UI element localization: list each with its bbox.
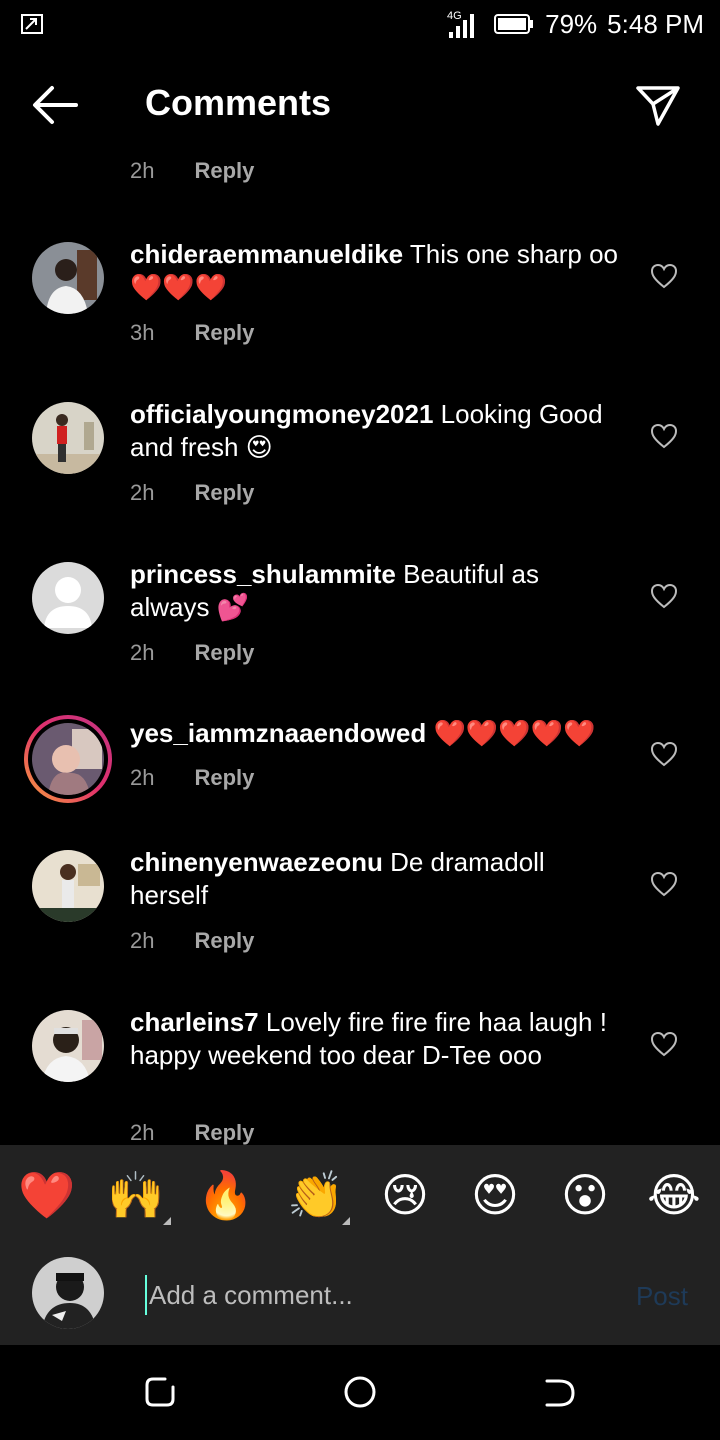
avatar[interactable] [32, 242, 104, 314]
comment-text: chinenyenwaezeonu De dramadoll herself [130, 846, 620, 912]
comment-list[interactable]: 2h Reply chideraemmanueldike This one sh… [0, 150, 720, 1145]
reply-button[interactable]: Reply [194, 1120, 254, 1145]
comment-meta: 2h Reply [130, 640, 254, 666]
back-arrow-icon[interactable] [30, 82, 80, 128]
comment-input[interactable]: Add a comment... [145, 1275, 609, 1315]
skin-tone-indicator-icon [342, 1217, 350, 1225]
comment-time: 2h [130, 480, 155, 505]
comment-meta: 2h Reply [130, 1120, 254, 1145]
avatar [32, 723, 104, 795]
comment-time: 3h [130, 320, 155, 345]
story-ring-gap [28, 719, 108, 799]
comment-text: yes_iammznaaendowed ❤️❤️❤️❤️❤️ [130, 717, 620, 750]
clock: 5:48 PM [607, 8, 704, 39]
reaction-clapping[interactable]: 👏 [287, 1167, 344, 1223]
status-right: 4G 79% 5:48 PM [447, 6, 704, 42]
back-nav-icon[interactable] [543, 1375, 577, 1409]
comment-username[interactable]: charleins7 [130, 1007, 259, 1037]
like-heart-icon[interactable] [650, 263, 678, 289]
comment-meta: 2h Reply [130, 765, 254, 791]
like-heart-icon[interactable] [650, 1031, 678, 1057]
comment-composer: Add a comment... Post [0, 1245, 720, 1345]
like-heart-icon[interactable] [650, 871, 678, 897]
comment-username[interactable]: chinenyenwaezeonu [130, 847, 383, 877]
comment-time: 2h [130, 928, 155, 953]
svg-text:4G: 4G [447, 10, 462, 22]
like-heart-icon[interactable] [650, 741, 678, 767]
prior-comment-meta: 2h Reply [130, 158, 254, 184]
comment-username[interactable]: officialyoungmoney2021 [130, 399, 433, 429]
reply-button[interactable]: Reply [194, 158, 254, 184]
comment-text: chideraemmanueldike This one sharp oo❤️❤… [130, 238, 620, 304]
reaction-laughing[interactable]: 😂 [646, 1167, 702, 1223]
reply-button[interactable]: Reply [194, 320, 254, 346]
recent-apps-icon[interactable] [143, 1375, 177, 1409]
comment-meta: 2h Reply [130, 928, 254, 954]
like-heart-icon[interactable] [650, 423, 678, 449]
reply-button[interactable]: Reply [194, 928, 254, 954]
comment-time: 2h [130, 1120, 155, 1145]
reaction-surprised[interactable]: 😮 [557, 1167, 613, 1223]
reply-button[interactable]: Reply [194, 765, 254, 791]
reaction-heart-eyes[interactable]: 😍 [467, 1167, 523, 1223]
reply-button[interactable]: Reply [194, 480, 254, 506]
battery-percent: 79% [545, 8, 598, 39]
app-bar: Comments [0, 60, 720, 150]
avatar[interactable] [32, 402, 104, 474]
comment-text: charleins7 Lovely fire fire fire haa lau… [130, 1006, 620, 1072]
my-avatar [32, 1257, 104, 1329]
post-button[interactable]: Post [636, 1281, 688, 1312]
send-icon[interactable] [634, 82, 682, 128]
reply-button[interactable]: Reply [194, 640, 254, 666]
comment-meta: 2h Reply [130, 480, 254, 506]
comment-username[interactable]: yes_iammznaaendowed [130, 718, 426, 748]
comment-time: 2h [130, 640, 155, 665]
story-ring-avatar[interactable] [24, 715, 112, 803]
reaction-heart[interactable]: ❤️ [18, 1167, 75, 1223]
comment-text: princess_shulammite Beautiful as always … [130, 558, 620, 624]
reaction-crying[interactable]: 😢 [377, 1167, 433, 1223]
cast-icon [21, 14, 43, 34]
avatar[interactable] [32, 1010, 104, 1082]
comment-body: ❤️❤️❤️❤️❤️ [433, 718, 596, 748]
avatar[interactable] [32, 562, 104, 634]
reaction-fire[interactable]: 🔥 [197, 1167, 254, 1223]
quick-reactions-bar: ❤️ 🙌 🔥 👏 😢 😍 😮 😂 [0, 1145, 720, 1245]
comment-meta: 3h Reply [130, 320, 254, 346]
avatar[interactable] [32, 850, 104, 922]
comment-username[interactable]: chideraemmanueldike [130, 239, 403, 269]
page-title: Comments [145, 82, 332, 123]
like-heart-icon[interactable] [650, 583, 678, 609]
skin-tone-indicator-icon [163, 1217, 171, 1225]
comment-username[interactable]: princess_shulammite [130, 559, 396, 589]
reaction-raised-hands[interactable]: 🙌 [107, 1167, 164, 1223]
comment-time: 2h [130, 765, 155, 790]
signal-icon: 4G [447, 10, 475, 38]
battery-icon [494, 14, 534, 34]
status-bar: 4G 79% 5:48 PM [0, 0, 720, 50]
home-icon[interactable] [343, 1375, 377, 1409]
system-nav-bar [0, 1345, 720, 1440]
comment-time: 2h [130, 158, 155, 183]
comment-text: officialyoungmoney2021 Looking Good and … [130, 398, 620, 464]
